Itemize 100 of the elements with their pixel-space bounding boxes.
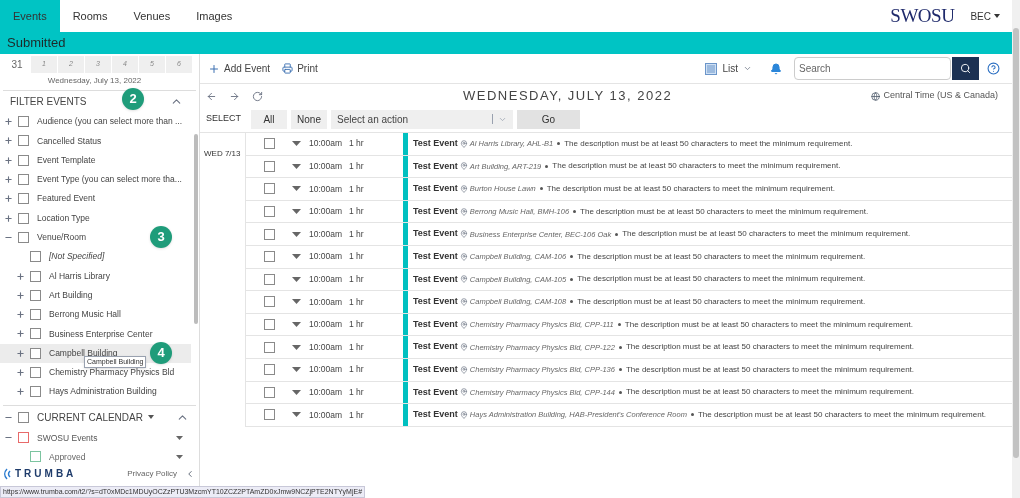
expand-icon[interactable] (4, 136, 13, 146)
event-title[interactable]: Test Event (413, 295, 458, 309)
event-title[interactable]: Test Event (413, 317, 458, 332)
scrollbar[interactable] (1012, 0, 1020, 498)
caret-icon[interactable] (292, 209, 301, 215)
checkbox[interactable] (263, 228, 275, 240)
checkbox[interactable] (18, 212, 29, 224)
caret-icon[interactable] (292, 141, 301, 147)
caret-icon[interactable] (292, 412, 301, 418)
checkbox[interactable] (30, 309, 41, 321)
checkbox[interactable] (263, 409, 275, 421)
expand-icon[interactable] (4, 155, 13, 165)
event-title[interactable]: Test Event (413, 385, 458, 400)
print-button[interactable]: Print (282, 61, 318, 76)
expand-icon[interactable] (4, 194, 13, 204)
expand-icon[interactable] (16, 387, 25, 397)
caret-icon[interactable] (292, 163, 301, 169)
checkbox[interactable] (18, 174, 29, 186)
caret-icon[interactable] (292, 254, 301, 260)
event-title[interactable]: Test Event (413, 250, 458, 264)
event-title[interactable]: Test Event (413, 272, 458, 287)
event-title[interactable]: Test Event (413, 340, 458, 354)
search-button[interactable] (952, 57, 979, 80)
checkbox[interactable] (30, 289, 41, 301)
help-icon[interactable] (987, 62, 1000, 75)
expand-icon[interactable] (16, 290, 25, 300)
logo[interactable]: SWOSU (890, 1, 955, 31)
notification-bell-icon[interactable] (770, 62, 782, 75)
event-title[interactable]: Test Event (413, 227, 458, 241)
event-description: The description must be at least 50 characters to meet the minimum requirement. (577, 250, 866, 263)
caret-icon[interactable] (292, 276, 301, 282)
expand-icon[interactable] (16, 329, 25, 339)
checkbox[interactable] (263, 251, 275, 263)
user-menu[interactable]: BEC (970, 8, 1000, 24)
checkbox[interactable] (30, 347, 41, 359)
refresh-icon[interactable] (252, 90, 263, 102)
go-button[interactable]: Go (517, 109, 580, 129)
checkbox[interactable] (30, 328, 41, 340)
checkbox[interactable] (30, 451, 41, 463)
event-title[interactable]: Test Event (413, 408, 458, 422)
event-title[interactable]: Test Event (413, 137, 458, 151)
event-title[interactable]: Test Event (413, 182, 458, 196)
select-none-button[interactable]: None (291, 109, 327, 129)
caret-icon[interactable] (292, 367, 301, 373)
checkbox[interactable] (18, 432, 29, 444)
caret-icon[interactable] (292, 344, 301, 350)
checkbox[interactable] (18, 193, 29, 205)
previous-arrow-icon[interactable] (206, 90, 217, 102)
next-arrow-icon[interactable] (229, 90, 240, 102)
checkbox[interactable] (30, 251, 41, 263)
checkbox[interactable] (18, 154, 29, 166)
checkbox[interactable] (263, 206, 275, 218)
event-title[interactable]: Test Event (413, 363, 458, 377)
privacy-link[interactable]: Privacy Policy (127, 469, 177, 478)
checkbox[interactable] (263, 296, 275, 308)
calendar-day[interactable]: 31 (4, 56, 30, 73)
caret-icon[interactable] (292, 389, 301, 395)
checkbox[interactable] (18, 231, 29, 243)
event-title[interactable]: Test Event (413, 204, 458, 219)
timezone-label[interactable]: Central Time (US & Canada) (883, 89, 998, 103)
expand-icon[interactable] (4, 213, 13, 223)
checkbox[interactable] (30, 367, 41, 378)
expand-icon[interactable] (16, 368, 25, 377)
caret-icon[interactable] (176, 454, 183, 459)
select-all-button[interactable]: All (251, 109, 287, 129)
filter-label: Berrong Music Hall (49, 308, 121, 321)
caret-icon[interactable] (292, 186, 301, 192)
search-field[interactable]: Search (794, 57, 951, 80)
checkbox[interactable] (263, 160, 275, 172)
expand-icon[interactable] (16, 271, 25, 281)
checkbox[interactable] (263, 364, 275, 376)
checkbox[interactable] (18, 411, 29, 423)
brand-logo[interactable]: TRUMBA (4, 467, 77, 480)
caret-icon[interactable] (176, 435, 183, 440)
checkbox[interactable] (30, 386, 41, 398)
collapse-sidebar-icon[interactable] (185, 468, 195, 479)
nav-tab[interactable]: Events (0, 0, 60, 32)
checkbox[interactable] (18, 116, 29, 128)
checkbox[interactable] (263, 183, 275, 195)
action-dropdown[interactable]: Select an action (331, 109, 513, 129)
event-title[interactable]: Test Event (413, 159, 458, 174)
caret-icon[interactable] (292, 322, 301, 328)
caret-icon[interactable] (292, 231, 301, 237)
checkbox[interactable] (263, 138, 275, 150)
checkbox[interactable] (30, 270, 41, 282)
caret-icon[interactable] (147, 415, 154, 420)
expand-icon[interactable] (16, 310, 25, 320)
checkbox[interactable] (263, 319, 275, 331)
checkbox[interactable] (18, 135, 29, 147)
checkbox[interactable] (263, 273, 275, 285)
bullet-icon (573, 210, 577, 214)
caret-icon[interactable] (292, 299, 301, 305)
expand-icon[interactable] (4, 175, 13, 185)
expand-icon[interactable] (16, 348, 25, 358)
add-event-button[interactable]: Add Event (208, 61, 271, 76)
expand-icon[interactable] (4, 117, 13, 127)
view-dropdown[interactable]: List (705, 61, 752, 76)
scrollbar[interactable] (194, 134, 198, 324)
checkbox[interactable] (263, 386, 275, 398)
checkbox[interactable] (263, 341, 275, 353)
